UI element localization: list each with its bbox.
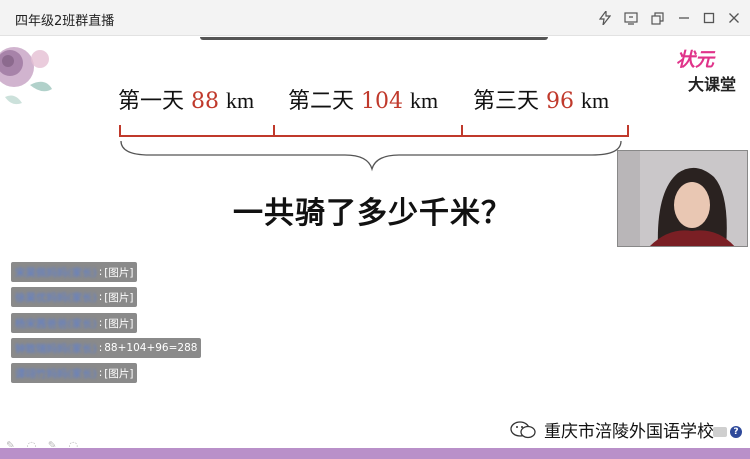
- chat-separator: :: [98, 317, 103, 329]
- chat-separator: :: [98, 367, 103, 379]
- chat-message[interactable]: 徐昊优妈妈(家长) : [图片]: [11, 287, 138, 307]
- minimize-icon[interactable]: [674, 8, 694, 28]
- webcam-video[interactable]: [617, 150, 748, 247]
- chat-message[interactable]: 谭翊竹妈妈(家长) : [图片]: [11, 363, 138, 383]
- chat-text: [图片]: [104, 367, 134, 380]
- annotation-tools-icon[interactable]: ✎ ◌ ✎ ◌: [6, 439, 82, 447]
- chat-separator: :: [98, 291, 103, 303]
- keyboard-icon[interactable]: [713, 427, 727, 437]
- window-title: 四年级2班群直播: [15, 14, 115, 29]
- restore-icon[interactable]: [647, 8, 667, 28]
- maximize-icon[interactable]: [699, 8, 719, 28]
- presentation-slide: 第一天 88 km 第二天 104 km 第三天 96 km 一共骑了多少千米？…: [0, 37, 750, 447]
- chat-text: [图片]: [104, 291, 134, 304]
- wechat-icon: [510, 420, 536, 438]
- chat-sender: 钟致瑞妈妈(家长): [15, 342, 97, 355]
- chat-sender: 宋昊佩妈妈(家长): [15, 266, 97, 279]
- help-controls[interactable]: ?: [713, 425, 747, 439]
- window-titlebar: 四年级2班群直播: [0, 0, 750, 36]
- chat-text: 88+104+96=288: [104, 342, 198, 354]
- chat-text: [图片]: [104, 317, 134, 330]
- chat-message[interactable]: 钟致瑞妈妈(家长) : 88+104+96=288: [11, 338, 202, 358]
- chat-sender: 谭翊竹妈妈(家长): [15, 367, 97, 380]
- chat-text: [图片]: [104, 266, 134, 279]
- help-icon[interactable]: ?: [730, 426, 742, 438]
- zhuangyuan-logo: 状元 大课堂: [670, 45, 748, 95]
- watermark-text: 重庆市涪陵外国语学校: [544, 422, 714, 442]
- logo-top-text: 状元: [676, 49, 715, 71]
- logo-bottom-text: 大课堂: [688, 75, 737, 94]
- total-brace: [120, 140, 622, 172]
- chat-sender: 杨宋茜爸爸(家长): [15, 317, 97, 330]
- chat-message[interactable]: 杨宋茜爸爸(家长) : [图片]: [11, 313, 138, 333]
- school-watermark: 重庆市涪陵外国语学校: [510, 417, 714, 442]
- chat-sender: 徐昊优妈妈(家长): [15, 291, 97, 304]
- share-screen-icon[interactable]: [621, 8, 641, 28]
- teacher-avatar-icon: [618, 151, 747, 246]
- chat-separator: :: [98, 266, 103, 278]
- chat-separator: :: [98, 342, 103, 354]
- segment-line: [119, 125, 629, 137]
- chat-message[interactable]: 宋昊佩妈妈(家长) : [图片]: [11, 262, 138, 282]
- close-icon[interactable]: [724, 8, 744, 28]
- lightning-icon[interactable]: [595, 8, 615, 28]
- bottom-bar: [0, 448, 750, 459]
